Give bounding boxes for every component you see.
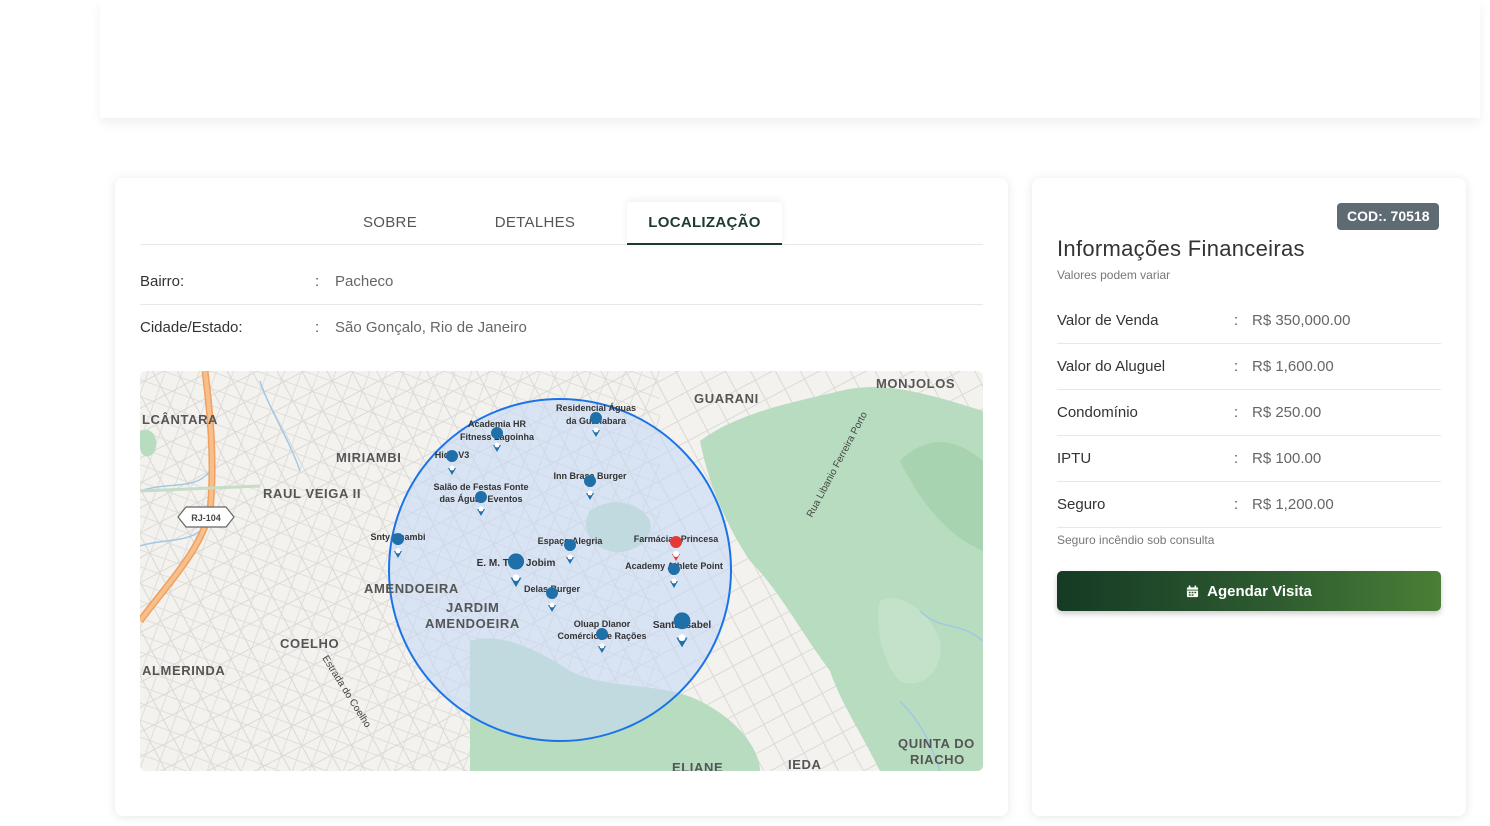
fin-label: Valor do Aluguel — [1057, 358, 1166, 375]
area-label: ELIANE — [672, 760, 723, 771]
financial-title: Informações Financeiras — [1057, 236, 1305, 261]
calendar-icon — [1187, 584, 1199, 597]
area-label: COELHO — [280, 636, 339, 651]
fin-colon: : — [1234, 312, 1239, 329]
area-label: AMENDOEIRA — [364, 581, 459, 596]
header-bar — [100, 0, 1480, 118]
map-canvas[interactable]: RJ-104 LCÂNTARA MIRIAMBI RAUL VEIGA II G… — [140, 371, 983, 771]
fin-row-aluguel: Valor do Aluguel : R$ 1,600.00 — [1057, 344, 1441, 390]
insurance-note: Seguro incêndio sob consulta — [1057, 533, 1215, 547]
fin-value: R$ 1,600.00 — [1252, 358, 1334, 375]
info-label: Cidade/Estado: — [140, 319, 243, 336]
fin-row-seguro: Seguro : R$ 1,200.00 — [1057, 482, 1441, 528]
fin-value: R$ 250.00 — [1252, 404, 1322, 421]
area-label: RIACHO — [910, 752, 965, 767]
fin-row-condominio: Condomínio : R$ 250.00 — [1057, 390, 1441, 436]
info-value: Pacheco — [335, 273, 394, 290]
poi-label: Residencial Águas — [556, 403, 636, 413]
poi-label: Oluap Dlanor — [574, 619, 631, 629]
area-label: MIRIAMBI — [336, 450, 401, 465]
info-row-cidade: Cidade/Estado: : São Gonçalo, Rio de Jan… — [140, 305, 983, 351]
fin-value: R$ 1,200.00 — [1252, 496, 1334, 513]
rj104-shield: RJ-104 — [177, 506, 235, 528]
tab-localizacao[interactable]: LOCALIZAÇÃO — [627, 202, 782, 245]
area-label: JARDIM — [446, 600, 499, 615]
fin-colon: : — [1234, 404, 1239, 421]
fin-value: R$ 100.00 — [1252, 450, 1322, 467]
area-label: LCÂNTARA — [142, 412, 218, 427]
financial-info-card: COD:. 70518 Informações Financeiras Valo… — [1032, 178, 1466, 816]
fin-colon: : — [1234, 450, 1239, 467]
fin-label: IPTU — [1057, 450, 1092, 467]
area-label: MONJOLOS — [876, 376, 955, 391]
info-value: São Gonçalo, Rio de Janeiro — [335, 319, 527, 336]
info-colon: : — [315, 319, 320, 336]
info-colon: : — [315, 273, 320, 290]
area-label: GUARANI — [694, 391, 759, 406]
area-label: IEDA — [788, 757, 821, 771]
fin-colon: : — [1234, 358, 1239, 375]
fin-colon: : — [1234, 496, 1239, 513]
poi-label: Salão de Festas Fonte — [433, 482, 528, 492]
fin-value: R$ 350,000.00 — [1252, 312, 1351, 329]
property-code-badge: COD:. 70518 — [1337, 203, 1440, 230]
info-row-bairro: Bairro: : Pacheco — [140, 259, 983, 305]
area-label: RAUL VEIGA II — [263, 486, 361, 501]
fin-row-iptu: IPTU : R$ 100.00 — [1057, 436, 1441, 482]
area-label: QUINTA DO — [898, 736, 975, 751]
tab-sobre[interactable]: SOBRE — [345, 202, 435, 245]
schedule-visit-label: Agendar Visita — [1207, 582, 1312, 600]
road-label-rj104: RJ-104 — [191, 513, 221, 523]
area-label: ALMERINDA — [142, 663, 225, 678]
schedule-visit-button[interactable]: Agendar Visita — [1057, 571, 1441, 611]
tab-detalhes[interactable]: DETALHES — [483, 202, 587, 245]
tab-bar: SOBRE DETALHES LOCALIZAÇÃO — [140, 202, 983, 245]
fin-label: Valor de Venda — [1057, 312, 1159, 329]
area-label: AMENDOEIRA — [425, 616, 520, 631]
fin-row-venda: Valor de Venda : R$ 350,000.00 — [1057, 298, 1441, 344]
fin-label: Seguro — [1057, 496, 1106, 513]
info-label: Bairro: — [140, 273, 185, 290]
financial-subtitle: Valores podem variar — [1057, 268, 1171, 282]
location-map[interactable]: RJ-104 LCÂNTARA MIRIAMBI RAUL VEIGA II G… — [140, 371, 983, 771]
property-tabs-card: SOBRE DETALHES LOCALIZAÇÃO Bairro: : Pac… — [115, 178, 1008, 816]
fin-label: Condomínio — [1057, 404, 1138, 421]
